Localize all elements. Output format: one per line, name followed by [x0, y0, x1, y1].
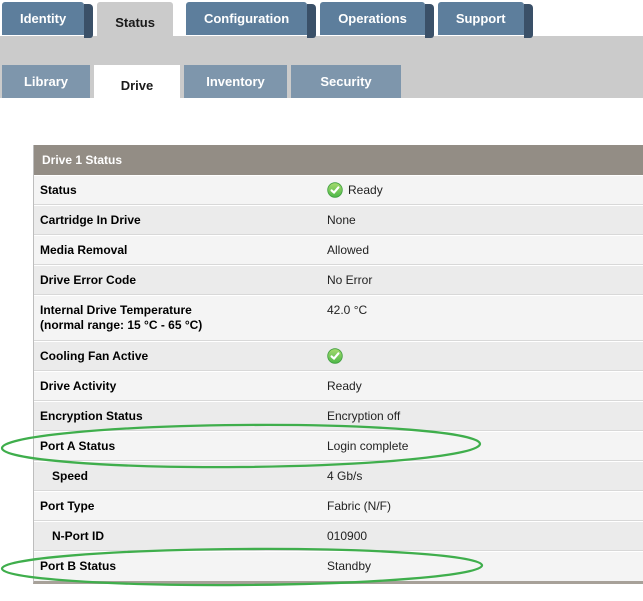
tab-label: Status: [115, 15, 155, 30]
row-label: N-Port ID: [34, 522, 327, 544]
row-value: 4 Gb/s: [327, 462, 643, 484]
row-label: Drive Activity: [34, 372, 327, 394]
subtab-label: Drive: [121, 78, 154, 93]
row-value: Encryption off: [327, 402, 643, 424]
row-label-line1: Internal Drive Temperature: [40, 303, 323, 318]
row-value: Ready: [327, 176, 643, 198]
drive-status-table: Drive 1 Status Status Ready Cartridge In…: [33, 145, 643, 584]
row-label-line2: (normal range: 15 °C - 65 °C): [40, 318, 323, 333]
table-row-port-b-status: Port B Status Standby: [34, 551, 643, 581]
tab-identity[interactable]: Identity: [2, 2, 84, 35]
subtab-inventory[interactable]: Inventory: [184, 65, 287, 98]
row-value: Ready: [327, 372, 643, 394]
row-label: Encryption Status: [34, 402, 327, 424]
row-label: Cartridge In Drive: [34, 206, 327, 228]
table-row-media-removal: Media Removal Allowed: [34, 235, 643, 265]
tab-status[interactable]: Status: [97, 2, 173, 42]
tab-configuration[interactable]: Configuration: [186, 2, 307, 35]
table-row-drive-error-code: Drive Error Code No Error: [34, 265, 643, 295]
row-label: Speed: [34, 462, 327, 484]
row-value: Fabric (N/F): [327, 492, 643, 514]
tab-operations[interactable]: Operations: [320, 2, 425, 35]
row-value: [327, 342, 643, 364]
row-value: 42.0 °C: [327, 296, 643, 318]
row-label: Port Type: [34, 492, 327, 514]
row-label: Media Removal: [34, 236, 327, 258]
tab-label: Operations: [338, 11, 407, 26]
row-value-text: Ready: [348, 183, 383, 198]
row-value: None: [327, 206, 643, 228]
table-title: Drive 1 Status: [34, 145, 643, 175]
subtab-security[interactable]: Security: [291, 65, 401, 98]
tab-label: Support: [456, 11, 506, 26]
row-label: Port A Status: [34, 432, 327, 454]
fan-ok-icon: [327, 348, 343, 364]
row-label: Drive Error Code: [34, 266, 327, 288]
tab-label: Configuration: [204, 11, 289, 26]
subtab-label: Library: [24, 74, 68, 89]
row-value: No Error: [327, 266, 643, 288]
table-row-port-type: Port Type Fabric (N/F): [34, 491, 643, 521]
row-label: Port B Status: [34, 552, 327, 574]
table-row-drive-activity: Drive Activity Ready: [34, 371, 643, 401]
row-value: Login complete: [327, 432, 643, 454]
tab-support[interactable]: Support: [438, 2, 524, 35]
subtab-label: Security: [320, 74, 371, 89]
table-row-n-port-id: N-Port ID 010900: [34, 521, 643, 551]
subtab-label: Inventory: [206, 74, 265, 89]
tab-label: Identity: [20, 11, 66, 26]
table-row-internal-drive-temperature: Internal Drive Temperature (normal range…: [34, 295, 643, 341]
row-label: Status: [34, 176, 327, 198]
table-row-port-a-status: Port A Status Login complete: [34, 431, 643, 461]
table-row-speed: Speed 4 Gb/s: [34, 461, 643, 491]
subtab-drive[interactable]: Drive: [94, 65, 180, 105]
table-row-status: Status Ready: [34, 175, 643, 205]
sub-nav: Library Drive Inventory Security: [2, 65, 405, 105]
row-value: Allowed: [327, 236, 643, 258]
table-row-cooling-fan-active: Cooling Fan Active: [34, 341, 643, 371]
row-label: Internal Drive Temperature (normal range…: [34, 296, 327, 333]
main-nav: Identity Status Configuration Operations…: [2, 2, 524, 42]
row-label: Cooling Fan Active: [34, 342, 327, 364]
table-body: Status Ready Cartridge In Drive None Med…: [34, 175, 643, 581]
table-row-encryption-status: Encryption Status Encryption off: [34, 401, 643, 431]
status-ok-icon: [327, 182, 343, 198]
subtab-library[interactable]: Library: [2, 65, 90, 98]
row-value: Standby: [327, 552, 643, 574]
row-value: 010900: [327, 522, 643, 544]
table-row-cartridge-in-drive: Cartridge In Drive None: [34, 205, 643, 235]
